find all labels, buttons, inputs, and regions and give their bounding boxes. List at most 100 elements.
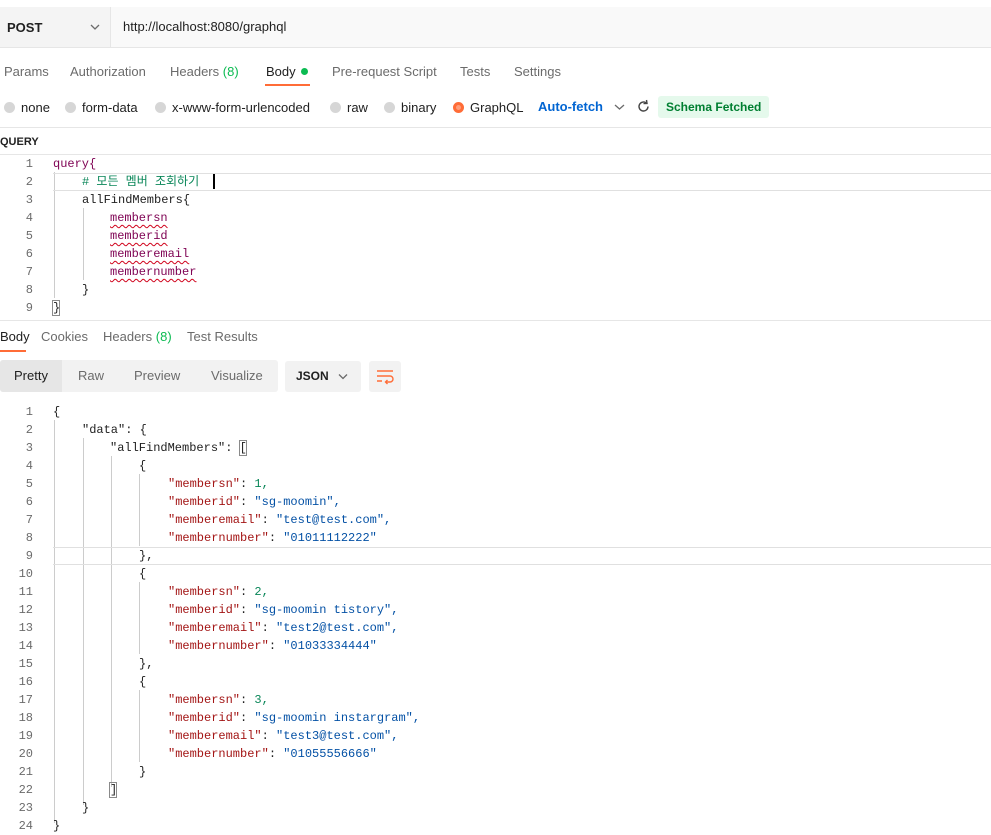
line-number: 5 bbox=[25, 229, 33, 243]
response-tab-test-results[interactable]: Test Results bbox=[187, 329, 258, 344]
view-visualize-button[interactable]: Visualize bbox=[211, 360, 263, 392]
line-number: 18 bbox=[18, 711, 33, 725]
code-line: 20 "membernumber": "01055556666" bbox=[0, 745, 991, 763]
line-number: 7 bbox=[25, 513, 33, 527]
line-number: 1 bbox=[25, 405, 33, 419]
code-line: 23} bbox=[0, 799, 991, 817]
json-key: "membersn" bbox=[168, 693, 241, 707]
tab-params[interactable]: Params bbox=[4, 64, 49, 79]
code-line: 19 "memberemail": "test3@test.com", bbox=[0, 727, 991, 745]
code-line: 11 "membersn": 2, bbox=[0, 583, 991, 601]
active-tab-indicator bbox=[265, 84, 310, 86]
code-line: 22] bbox=[0, 781, 991, 799]
line-number: 9 bbox=[25, 301, 33, 315]
line-number: 14 bbox=[18, 639, 33, 653]
line-number: 17 bbox=[18, 693, 33, 707]
headers-count: (8) bbox=[222, 64, 239, 79]
code-text: }, bbox=[139, 657, 154, 671]
radio-circle-icon bbox=[4, 101, 15, 113]
auto-fetch-button[interactable]: Auto-fetch bbox=[538, 96, 603, 118]
chevron-down-icon[interactable] bbox=[614, 102, 625, 112]
radio-raw[interactable]: raw bbox=[330, 96, 368, 118]
tab-label: Settings bbox=[514, 64, 561, 79]
radio-label: x-www-form-urlencoded bbox=[172, 99, 310, 115]
line-number: 3 bbox=[25, 441, 33, 455]
code-line: 17 "membersn": 3, bbox=[0, 691, 991, 709]
code-line: 8} bbox=[0, 281, 991, 299]
code-line: 5 memberid bbox=[0, 227, 991, 245]
response-tab-body[interactable]: Body bbox=[0, 329, 30, 344]
json-key: "memberemail" bbox=[168, 621, 262, 635]
radio-x-www-form-urlencoded[interactable]: x-www-form-urlencoded bbox=[155, 96, 310, 118]
wrap-lines-button[interactable] bbox=[369, 361, 401, 392]
code-line: 6 memberemail bbox=[0, 245, 991, 263]
tab-label: Body bbox=[0, 329, 30, 344]
radio-none[interactable]: none bbox=[4, 96, 50, 118]
code-text: } bbox=[53, 819, 61, 833]
radio-circle-icon bbox=[330, 101, 341, 113]
line-number: 19 bbox=[18, 729, 33, 743]
tab-headers[interactable]: Headers (8) bbox=[170, 64, 239, 79]
code-text: } bbox=[139, 765, 147, 779]
json-value: 2, bbox=[254, 585, 269, 599]
json-key: "membersn" bbox=[168, 585, 241, 599]
tab-label: Body bbox=[266, 64, 296, 79]
code-line: 2 "data": { bbox=[0, 421, 991, 439]
view-preview-button[interactable]: Preview bbox=[134, 360, 180, 392]
line-number: 6 bbox=[25, 495, 33, 509]
line-number: 2 bbox=[25, 175, 33, 189]
code-line: 15}, bbox=[0, 655, 991, 673]
refresh-icon[interactable] bbox=[636, 99, 651, 114]
code-text: "data": { bbox=[82, 423, 147, 437]
tab-label: Params bbox=[4, 64, 49, 79]
line-number: 6 bbox=[25, 247, 33, 261]
method-label: POST bbox=[7, 19, 43, 35]
json-key: "membernumber" bbox=[168, 531, 269, 545]
json-value: "test2@test.com", bbox=[276, 621, 399, 635]
line-number: 4 bbox=[25, 459, 33, 473]
format-select[interactable]: JSON bbox=[285, 361, 361, 392]
line-number: 13 bbox=[18, 621, 33, 635]
line-number: 3 bbox=[25, 193, 33, 207]
tab-pre-request-script[interactable]: Pre-request Script bbox=[332, 64, 437, 79]
code-line: 3 allFindMembers{ bbox=[0, 191, 991, 209]
json-value: "01055556666" bbox=[283, 747, 377, 761]
line-number: 22 bbox=[18, 783, 33, 797]
tab-authorization[interactable]: Authorization bbox=[70, 64, 146, 79]
method-select[interactable]: POST bbox=[0, 7, 111, 47]
code-line: 1{ bbox=[0, 403, 991, 421]
url-input[interactable]: http://localhost:8080/graphql bbox=[123, 7, 286, 47]
tab-body[interactable]: Body bbox=[266, 64, 308, 79]
json-key: "membernumber" bbox=[168, 639, 269, 653]
response-tab-cookies[interactable]: Cookies bbox=[41, 329, 88, 344]
json-value: "test3@test.com", bbox=[276, 729, 399, 743]
active-tab-indicator bbox=[0, 350, 26, 352]
radio-binary[interactable]: binary bbox=[384, 96, 436, 118]
radio-label: raw bbox=[347, 99, 368, 115]
code-line: 6 "memberid": "sg-moomin", bbox=[0, 493, 991, 511]
json-value: "01011112222" bbox=[283, 531, 377, 545]
response-tab-headers[interactable]: Headers (8) bbox=[103, 329, 172, 344]
format-label: JSON bbox=[296, 369, 329, 383]
code-line: 4{ bbox=[0, 457, 991, 475]
tab-settings[interactable]: Settings bbox=[514, 64, 561, 79]
json-value: "sg-moomin", bbox=[254, 495, 341, 509]
view-pretty-button[interactable]: Pretty bbox=[0, 360, 62, 392]
line-number: 8 bbox=[25, 283, 33, 297]
line-number: 5 bbox=[25, 477, 33, 491]
code-text: } bbox=[82, 801, 90, 815]
view-raw-button[interactable]: Raw bbox=[78, 360, 104, 392]
radio-graphql[interactable]: GraphQL bbox=[453, 96, 523, 118]
schema-fetched-badge: Schema Fetched bbox=[658, 96, 770, 118]
code-text: { bbox=[53, 405, 61, 419]
code-line: 5 "membersn": 1, bbox=[0, 475, 991, 493]
json-key: "memberemail" bbox=[168, 513, 262, 527]
radio-form-data[interactable]: form-data bbox=[65, 96, 138, 118]
json-key: "membersn" bbox=[168, 477, 241, 491]
divider bbox=[0, 320, 991, 321]
json-value: "01033334444" bbox=[283, 639, 377, 653]
code-line: 16 { bbox=[0, 673, 991, 691]
code-line: 18 "memberid": "sg-moomin instargram", bbox=[0, 709, 991, 727]
tab-tests[interactable]: Tests bbox=[460, 64, 490, 79]
line-number: 24 bbox=[18, 819, 33, 833]
